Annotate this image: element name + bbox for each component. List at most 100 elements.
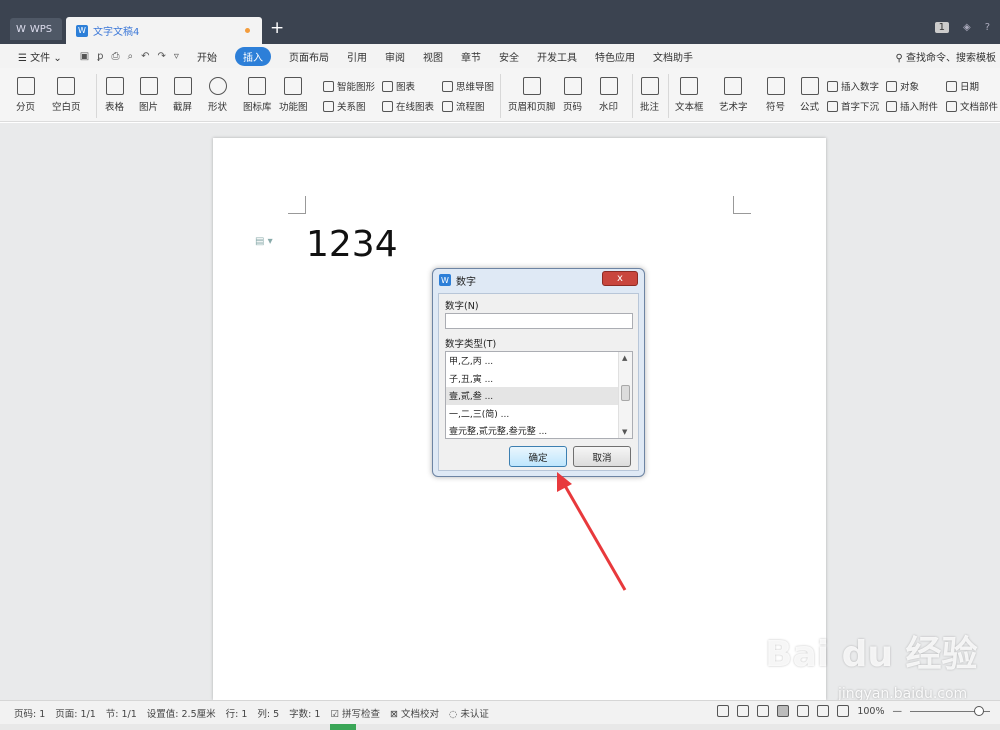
page-view-icon[interactable] — [777, 705, 790, 717]
menu-page-layout[interactable]: 页面布局 — [289, 49, 329, 64]
menu-section[interactable]: 章节 — [461, 49, 481, 64]
textbox-button[interactable]: 文本框 — [675, 77, 704, 113]
drop-cap-button[interactable]: 首字下沉 — [827, 99, 879, 113]
tab-wps[interactable]: W WPS — [10, 18, 62, 40]
header-footer-button[interactable]: 页眉和页脚 — [508, 77, 556, 113]
pen-icon[interactable] — [757, 705, 770, 717]
help-icon[interactable]: ? — [985, 22, 990, 33]
screenshot-button[interactable]: 截屏 — [173, 77, 192, 113]
chart-button[interactable]: 图表 — [382, 79, 415, 93]
paragraph-layout-icon[interactable]: ▤ ▾ — [255, 236, 273, 247]
scroll-up-icon[interactable]: ▲ — [622, 354, 627, 362]
print-preview-icon[interactable]: ⌕ — [128, 51, 134, 62]
scroll-down-icon[interactable]: ▼ — [622, 428, 627, 436]
online-chart-button[interactable]: 在线图表 — [382, 99, 434, 113]
list-item[interactable]: 壹元整,贰元整,叁元整 ... — [446, 422, 618, 438]
page-number-icon — [563, 77, 582, 95]
doc-parts-icon — [946, 100, 957, 112]
blank-page-button[interactable]: 空白页 — [52, 77, 81, 113]
menu-security[interactable]: 安全 — [499, 49, 519, 64]
margin-corner-icon — [733, 196, 751, 214]
list-item[interactable]: 一,二,三(简) ... — [446, 405, 618, 423]
menu-doc-assistant[interactable]: 文档助手 — [653, 49, 693, 64]
symbol-button[interactable]: 符号 — [766, 77, 785, 113]
menu-home[interactable]: 开始 — [197, 49, 217, 64]
page-number-button[interactable]: 页码 — [563, 77, 582, 113]
spell-check-button[interactable]: ☑ 拼写检查 — [330, 706, 380, 720]
status-section[interactable]: 节: 1/1 — [106, 706, 137, 720]
customize-dropdown-icon[interactable]: ▿ — [174, 51, 179, 62]
table-icon — [105, 77, 124, 95]
file-menu[interactable]: ☰ 文件 ⌄ — [18, 49, 62, 64]
zoom-slider[interactable] — [910, 705, 990, 716]
icon-library-icon — [248, 77, 267, 95]
menu-review[interactable]: 审阅 — [385, 49, 405, 64]
status-word-count[interactable]: 字数: 1 — [289, 706, 320, 720]
object-icon — [886, 80, 897, 92]
command-search[interactable]: ⚲ 查找命令、搜索模板 — [895, 49, 996, 64]
redo-icon[interactable]: ↷ — [158, 51, 166, 62]
print-icon[interactable]: ⎙ — [112, 51, 120, 62]
insert-number-button[interactable]: 插入数字 — [827, 79, 879, 93]
unsaved-dot-icon — [245, 28, 250, 33]
formula-button[interactable]: 公式 — [800, 77, 819, 113]
comment-button[interactable]: 批注 — [640, 77, 659, 113]
skin-icon[interactable]: ◈ — [963, 22, 971, 33]
relation-chart-button[interactable]: 关系图 — [323, 99, 366, 113]
function-chart-button[interactable]: 功能图 — [279, 77, 308, 113]
taskbar-app-icon[interactable] — [330, 724, 356, 730]
cancel-button[interactable]: 取消 — [573, 446, 631, 467]
zoom-level[interactable]: 100% — [857, 706, 884, 717]
status-pages[interactable]: 页面: 1/1 — [55, 706, 96, 720]
number-type-list[interactable]: 甲,乙,丙 ... 子,丑,寅 ... 壹,贰,叁 ... 一,二,三(简) .… — [445, 351, 633, 439]
smart-shape-button[interactable]: 智能图形 — [323, 79, 375, 93]
wordart-button[interactable]: 艺术字 — [719, 77, 748, 113]
outline-view-icon[interactable] — [797, 705, 810, 717]
eye-protection-icon[interactable] — [837, 705, 850, 717]
insert-number-icon — [827, 80, 838, 92]
zoom-slider-knob[interactable] — [974, 705, 984, 716]
close-button[interactable]: x — [602, 271, 638, 286]
doc-proof-button[interactable]: ⊠ 文档校对 — [390, 706, 439, 720]
document-text[interactable]: 1234 — [306, 224, 398, 265]
undo-icon[interactable]: ↶ — [141, 51, 149, 62]
number-input[interactable] — [445, 313, 633, 329]
list-scrollbar[interactable]: ▲ ▼ — [618, 352, 632, 438]
shape-button[interactable]: 形状 — [208, 77, 227, 113]
list-item[interactable]: 子,丑,寅 ... — [446, 370, 618, 388]
watermark-icon — [599, 77, 618, 95]
status-setting[interactable]: 设置值: 2.5厘米 — [147, 706, 216, 720]
icon-library-button[interactable]: 图标库 — [243, 77, 272, 113]
ok-button[interactable]: 确定 — [509, 446, 567, 467]
date-button[interactable]: 日期 — [946, 79, 979, 93]
list-item[interactable]: 甲,乙,丙 ... — [446, 352, 618, 370]
table-button[interactable]: 表格 — [105, 77, 124, 113]
watermark-button[interactable]: 水印 — [599, 77, 618, 113]
save-icon[interactable]: ▣ — [80, 51, 89, 62]
picture-button[interactable]: 图片 — [139, 77, 158, 113]
tab-document[interactable]: W 文字文稿4 — [66, 17, 262, 44]
web-view-icon[interactable] — [817, 705, 830, 717]
scroll-thumb[interactable] — [621, 385, 630, 401]
mind-map-button[interactable]: 思维导图 — [442, 79, 494, 93]
menu-view[interactable]: 视图 — [423, 49, 443, 64]
doc-parts-button[interactable]: 文档部件 — [946, 99, 998, 113]
list-item-selected[interactable]: 壹,贰,叁 ... — [446, 387, 618, 405]
certification-status[interactable]: ◌ 未认证 — [449, 706, 489, 720]
new-tab-button[interactable]: + — [270, 18, 284, 38]
paperclip-icon — [886, 100, 897, 112]
fullscreen-icon[interactable] — [717, 705, 730, 717]
menu-special[interactable]: 特色应用 — [595, 49, 635, 64]
format-painter-icon[interactable]: ꝑ — [97, 51, 103, 62]
object-button[interactable]: 对象 — [886, 79, 919, 93]
menu-references[interactable]: 引用 — [347, 49, 367, 64]
attachment-button[interactable]: 插入附件 — [886, 99, 938, 113]
status-page-number[interactable]: 页码: 1 — [14, 706, 45, 720]
menu-developer[interactable]: 开发工具 — [537, 49, 577, 64]
page-break-button[interactable]: 分页 — [16, 77, 35, 113]
window-count-badge[interactable]: 1 — [934, 22, 949, 33]
reading-mode-icon[interactable] — [737, 705, 750, 717]
menu-insert[interactable]: 插入 — [234, 46, 271, 66]
flowchart-button[interactable]: 流程图 — [442, 99, 485, 113]
zoom-out-icon[interactable]: — — [893, 706, 903, 717]
